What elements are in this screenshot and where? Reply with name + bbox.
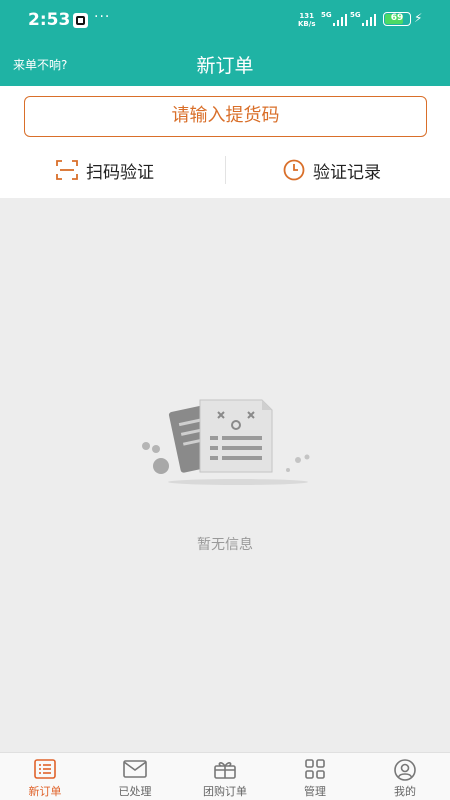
network-type-1: 5G: [321, 11, 332, 19]
user-icon: [394, 759, 416, 781]
tab-label: 管理: [304, 785, 326, 798]
verify-panel: 请输入提货码 扫码验证 验证记录: [0, 86, 450, 198]
tab-label: 团购订单: [203, 785, 247, 798]
status-bar: 2:53 ··· 131 KB/s 5G 5G 69 ⚡: [0, 0, 450, 40]
network-speed-unit: KB/s: [298, 20, 316, 28]
verify-record-label: 验证记录: [313, 162, 381, 183]
status-time: 2:53: [28, 10, 71, 30]
empty-state-text: 暂无信息: [197, 537, 253, 553]
charging-icon: ⚡: [414, 11, 423, 25]
tab-new-orders[interactable]: 新订单: [0, 753, 90, 800]
tab-label: 已处理: [118, 785, 152, 798]
tab-label: 我的: [394, 785, 416, 798]
battery-icon: 69: [383, 12, 411, 26]
bottom-tab-bar: 新订单 已处理 团购订单 管理 我的: [0, 752, 450, 800]
network-speed: 131 KB/s: [298, 12, 315, 28]
verify-record-button[interactable]: 验证记录: [283, 154, 381, 186]
tab-processed[interactable]: 已处理: [90, 753, 180, 800]
battery-level: 69: [390, 13, 404, 23]
divider: [225, 156, 226, 184]
capcut-app-icon: [73, 13, 88, 28]
network-type-2: 5G: [350, 11, 361, 19]
signal-icon: [333, 14, 347, 26]
order-list-icon: [34, 759, 56, 779]
grid-icon: [305, 759, 325, 779]
mail-icon: [123, 760, 147, 778]
scan-verify-label: 扫码验证: [86, 162, 154, 183]
scan-verify-button[interactable]: 扫码验证: [56, 154, 154, 186]
tab-mine[interactable]: 我的: [360, 753, 450, 800]
empty-document-icon: [142, 399, 310, 485]
scan-icon: [56, 160, 78, 180]
tab-label: 新订单: [28, 785, 62, 798]
page-title: 新订单: [196, 55, 254, 77]
signal-icon-2: [362, 14, 376, 26]
tab-group-orders[interactable]: 团购订单: [180, 753, 270, 800]
app-header: 来单不响? 新订单: [0, 40, 450, 86]
network-speed-value: 131: [299, 12, 315, 20]
tab-manage[interactable]: 管理: [270, 753, 360, 800]
status-more-dots: ···: [94, 9, 111, 25]
pickup-code-input-button[interactable]: 请输入提货码: [24, 96, 427, 137]
gift-icon: [214, 762, 236, 779]
clock-icon: [283, 159, 305, 181]
